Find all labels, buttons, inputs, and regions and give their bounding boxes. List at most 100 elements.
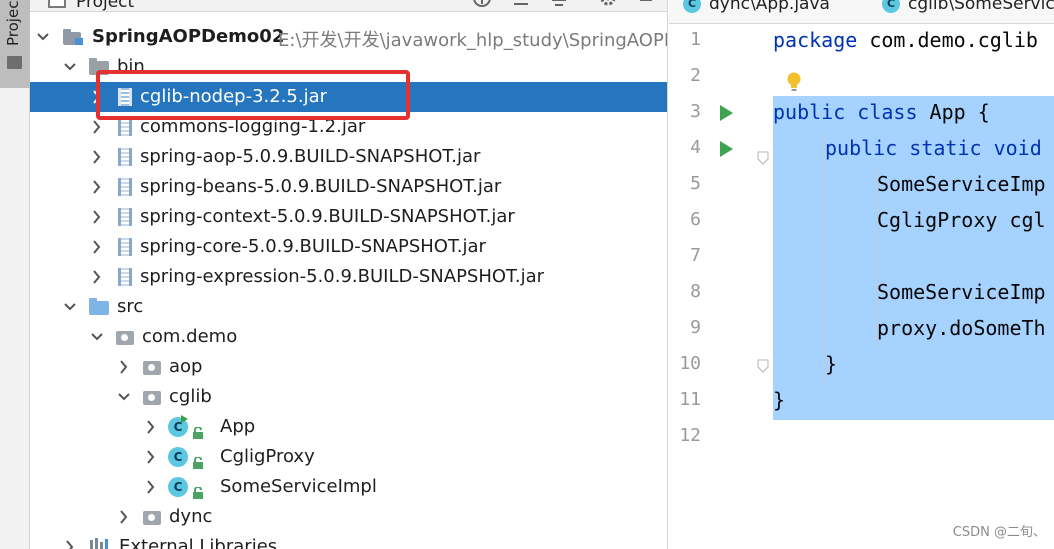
chevron-down-icon[interactable] xyxy=(90,329,104,345)
package-icon xyxy=(143,511,161,525)
source-folder-icon xyxy=(89,298,109,315)
indent-guide xyxy=(825,132,826,384)
gear-icon[interactable] xyxy=(598,0,618,8)
code-keyword: public class xyxy=(773,100,918,124)
expand-all-icon[interactable] xyxy=(549,0,569,8)
code-line: } xyxy=(773,388,785,412)
module-path: E:\开发\开发\javawork_hlp_study\SpringAOPD xyxy=(278,30,668,51)
code-area[interactable]: package com.demo.cglib public class App {… xyxy=(669,0,1054,549)
chevron-down-icon[interactable] xyxy=(36,29,50,45)
code-keyword: package xyxy=(773,28,858,52)
tree-row[interactable]: com.demo xyxy=(30,322,667,352)
tree-row[interactable]: dync xyxy=(30,502,667,532)
code-selection xyxy=(773,240,1054,276)
tree-item-label: External Libraries xyxy=(119,536,278,549)
chevron-right-icon[interactable] xyxy=(117,509,131,525)
tree-item-label: CgligProxy xyxy=(220,446,315,467)
project-tool-tab-label: Projec xyxy=(4,0,22,46)
tree-row[interactable]: cglib xyxy=(30,382,667,412)
code-selection xyxy=(773,348,1054,384)
watermark: CSDN @二旬、 xyxy=(952,525,1046,540)
jar-icon xyxy=(118,148,132,166)
tree-row[interactable]: spring-context-5.0.9.BUILD-SNAPSHOT.jar xyxy=(30,202,667,232)
tree-row[interactable]: src xyxy=(30,292,667,322)
jar-icon xyxy=(118,178,132,196)
tree-item-label: spring-expression-5.0.9.BUILD-SNAPSHOT.j… xyxy=(140,266,545,287)
chevron-right-icon[interactable] xyxy=(90,209,104,225)
folder-icon xyxy=(7,56,22,69)
chevron-right-icon[interactable] xyxy=(144,449,158,465)
locate-file-icon[interactable] xyxy=(472,0,492,8)
chevron-right-icon[interactable] xyxy=(90,179,104,195)
code-editor: Cdync\App.java Ccglib\SomeServic 1234567… xyxy=(669,0,1054,549)
chevron-right-icon[interactable] xyxy=(144,479,158,495)
tree-row[interactable]: spring-aop-5.0.9.BUILD-SNAPSHOT.jar xyxy=(30,142,667,172)
chevron-right-icon[interactable] xyxy=(117,359,131,375)
chevron-down-icon[interactable] xyxy=(63,59,77,75)
tree-row[interactable]: C CgligProxy xyxy=(30,442,667,472)
tree-item-label: spring-context-5.0.9.BUILD-SNAPSHOT.jar xyxy=(140,206,515,227)
tree-item-label: App xyxy=(220,416,256,437)
tree-item-label: src xyxy=(117,296,144,317)
tree-row[interactable]: spring-core-5.0.9.BUILD-SNAPSHOT.jar xyxy=(30,232,667,262)
chevron-right-icon[interactable] xyxy=(90,149,104,165)
chevron-right-icon[interactable] xyxy=(90,269,104,285)
tree-item-label: aop xyxy=(169,356,203,377)
code-line: SomeServiceImp xyxy=(877,172,1046,196)
tree-row[interactable]: spring-beans-5.0.9.BUILD-SNAPSHOT.jar xyxy=(30,172,667,202)
hide-panel-icon[interactable] xyxy=(636,0,656,8)
tree-row[interactable]: C SomeServiceImpl xyxy=(30,472,667,502)
lightbulb-icon[interactable] xyxy=(786,72,802,92)
tree-item-label: SpringAOPDemo02 xyxy=(92,26,285,47)
code-line: CgligProxy cgl xyxy=(877,208,1046,232)
tree-item-label: com.demo xyxy=(142,326,238,347)
module-icon xyxy=(62,28,84,46)
code-keyword: public static xyxy=(825,136,982,160)
collapse-all-icon[interactable] xyxy=(511,0,531,8)
code-text: void xyxy=(981,136,1042,160)
tree-item-label: SomeServiceImpl xyxy=(220,476,377,497)
tree-row[interactable]: SpringAOPDemo02 E:\开发\开发\javawork_hlp_stu… xyxy=(30,22,668,52)
chevron-right-icon[interactable] xyxy=(144,419,158,435)
project-tool-tab[interactable]: Projec xyxy=(0,0,30,88)
lock-icon xyxy=(192,484,204,499)
tree-item-label: spring-core-5.0.9.BUILD-SNAPSHOT.jar xyxy=(140,236,486,257)
package-icon xyxy=(116,331,134,345)
jar-icon xyxy=(118,268,132,286)
chevron-right-icon[interactable] xyxy=(90,119,104,135)
code-text: } xyxy=(773,388,786,412)
run-badge-icon xyxy=(181,415,188,423)
code-text: com.demo.cglib xyxy=(857,28,1038,52)
project-panel-header: Project xyxy=(30,0,667,12)
red-highlight-box xyxy=(96,70,410,120)
project-view-icon xyxy=(48,0,66,8)
chevron-down-icon[interactable] xyxy=(117,389,131,405)
class-icon: C xyxy=(168,447,188,467)
tree-row[interactable]: External Libraries xyxy=(30,532,667,549)
code-line: } xyxy=(825,352,837,376)
project-panel: Project SpringAOPDemo02 E:\开发\开发\javawork… xyxy=(30,0,668,549)
code-text: CgligProxy cgl xyxy=(877,208,1046,232)
code-line: public class App { xyxy=(773,100,990,124)
code-text: SomeServiceImp xyxy=(877,280,1046,304)
code-text: App { xyxy=(917,100,990,124)
lock-icon xyxy=(192,424,204,439)
tree-item-label: spring-aop-5.0.9.BUILD-SNAPSHOT.jar xyxy=(140,146,481,167)
tree-item-label: spring-beans-5.0.9.BUILD-SNAPSHOT.jar xyxy=(140,176,502,197)
external-libraries-icon xyxy=(89,538,111,549)
code-line: package com.demo.cglib xyxy=(773,28,1038,52)
tree-row[interactable]: spring-expression-5.0.9.BUILD-SNAPSHOT.j… xyxy=(30,262,667,292)
chevron-down-icon[interactable] xyxy=(63,299,77,315)
tree-row[interactable]: C App xyxy=(30,412,667,442)
chevron-right-icon[interactable] xyxy=(90,239,104,255)
lock-icon xyxy=(192,454,204,469)
code-text: proxy.doSomeTh xyxy=(877,316,1046,340)
tree-row[interactable]: aop xyxy=(30,352,667,382)
jar-icon xyxy=(118,238,132,256)
code-line: public static void xyxy=(825,136,1042,160)
chevron-right-icon[interactable] xyxy=(63,539,77,549)
tool-window-strip: Projec xyxy=(0,0,30,549)
code-line: SomeServiceImp xyxy=(877,280,1046,304)
package-icon xyxy=(143,361,161,375)
jar-icon xyxy=(118,208,132,226)
